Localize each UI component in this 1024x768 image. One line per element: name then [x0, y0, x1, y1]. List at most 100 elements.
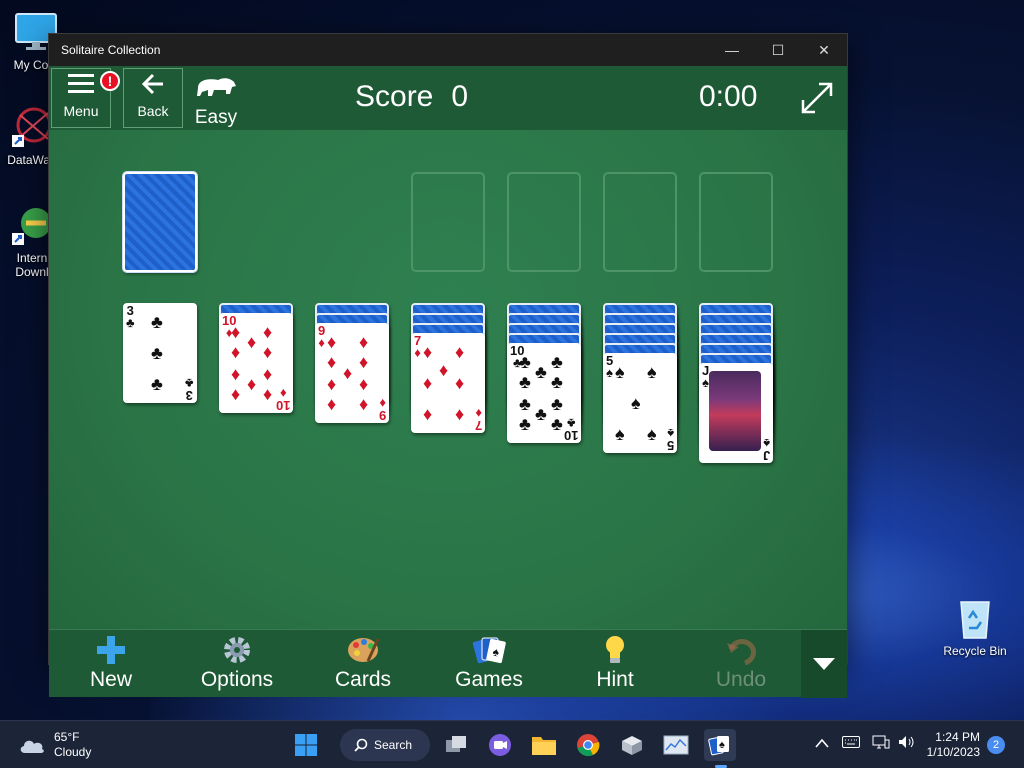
- suit-pip: ♣: [519, 352, 531, 372]
- system-clock[interactable]: 1:24 PM 1/10/2023: [920, 730, 980, 760]
- card-corner-top: 3 ♣: [126, 304, 135, 330]
- suit-pip: ♦: [455, 373, 465, 393]
- foundation-slot[interactable]: [507, 172, 581, 272]
- games-button[interactable]: ♠ Games: [429, 630, 549, 698]
- suit-pip: ♦: [263, 364, 273, 384]
- card-corner-top: 5 ♠: [606, 354, 613, 379]
- card-corner-bottom: J ♠: [762, 436, 770, 463]
- suit-pip: ♦: [231, 364, 241, 384]
- chat-icon[interactable]: [484, 729, 516, 761]
- tableau-card[interactable]: 9 ♦ 9 ♦ ♦ ♦ ♦ ♦ ♦ ♦ ♦ ♦ ♦: [315, 323, 389, 423]
- chrome-icon[interactable]: [572, 729, 604, 761]
- search-icon: [354, 738, 368, 752]
- card-suit: ♦: [379, 396, 386, 411]
- file-explorer-icon[interactable]: [528, 729, 560, 761]
- card-fan-icon: ♠: [429, 634, 549, 666]
- expand-toolbar-button[interactable]: [801, 630, 847, 698]
- suit-pip: ♣: [151, 374, 163, 394]
- suit-pip: ♦: [359, 394, 369, 414]
- keyboard-icon[interactable]: [842, 735, 860, 751]
- foundation-slot[interactable]: [699, 172, 773, 272]
- suit-pip: ♦: [423, 404, 433, 424]
- suit-pip: ♣: [519, 414, 531, 434]
- cards-button[interactable]: Cards: [303, 630, 423, 698]
- score-value: 0: [451, 80, 469, 113]
- solitaire-taskbar-icon[interactable]: ♠: [704, 729, 736, 761]
- back-button[interactable]: Back: [123, 68, 183, 128]
- minimize-button[interactable]: —: [709, 34, 755, 66]
- tableau-card[interactable]: 7 ♦ 7 ♦ ♦ ♦ ♦ ♦ ♦ ♦ ♦: [411, 333, 485, 433]
- card-suit: ♣: [185, 376, 194, 391]
- alert-badge: !: [100, 71, 120, 91]
- fullscreen-icon[interactable]: [799, 80, 835, 116]
- suit-pip: ♣: [519, 372, 531, 392]
- options-button[interactable]: Options: [177, 630, 297, 698]
- stock-pile[interactable]: [123, 172, 197, 272]
- foundation-slot[interactable]: [603, 172, 677, 272]
- menu-label: Menu: [63, 103, 99, 119]
- maximize-button[interactable]: ☐: [755, 34, 801, 66]
- network-icon[interactable]: [872, 735, 890, 752]
- start-button[interactable]: [290, 729, 322, 761]
- suit-pip: ♣: [551, 394, 563, 414]
- chevron-up-icon[interactable]: [815, 735, 829, 751]
- suit-pip: ♦: [359, 352, 369, 372]
- task-view-icon[interactable]: [440, 729, 472, 761]
- suit-pip: ♦: [247, 332, 257, 352]
- chevron-down-icon: [813, 658, 835, 670]
- game-timer: 0:00: [699, 80, 758, 113]
- hint-label: Hint: [596, 668, 634, 691]
- suit-pip: ♦: [343, 363, 353, 383]
- suit-pip: ♠: [647, 424, 657, 444]
- jack-face-art: [709, 371, 761, 451]
- tableau-card[interactable]: 10 ♣ 10 ♣ ♣ ♣ ♣ ♣ ♣ ♣ ♣ ♣ ♣ ♣: [507, 343, 581, 443]
- card-corner-bottom: 3 ♣: [185, 376, 194, 403]
- suit-pip: ♠: [647, 362, 657, 382]
- hint-button[interactable]: Hint: [555, 630, 675, 698]
- suit-pip: ♠: [615, 362, 625, 382]
- monitor-app-icon[interactable]: [660, 729, 692, 761]
- search-label: Search: [374, 738, 413, 752]
- difficulty-indicator: Easy: [191, 74, 241, 129]
- tableau-card[interactable]: 5 ♠ 5 ♠ ♠ ♠ ♠ ♠ ♠: [603, 353, 677, 453]
- suit-pip: ♦: [327, 332, 337, 352]
- back-arrow-icon: [141, 73, 165, 99]
- back-label: Back: [137, 103, 169, 119]
- desktop-icon-label: Recycle Bin: [943, 644, 1007, 658]
- undo-button[interactable]: Undo: [681, 630, 801, 698]
- volume-icon[interactable]: [898, 735, 916, 752]
- notification-badge[interactable]: 2: [987, 736, 1005, 754]
- card-corner-top: 9 ♦: [318, 324, 325, 350]
- suit-pip: ♣: [151, 343, 163, 363]
- score-display: Score 0: [355, 80, 468, 114]
- close-button[interactable]: ✕: [801, 34, 847, 66]
- card-suit: ♦: [475, 406, 482, 421]
- foundation-slot[interactable]: [411, 172, 485, 272]
- new-label: New: [89, 668, 132, 691]
- window-titlebar[interactable]: Solitaire Collection — ☐ ✕: [49, 34, 847, 66]
- card-pips: ♦ ♦ ♦ ♦ ♦ ♦ ♦ ♦ ♦ ♦: [231, 323, 281, 403]
- menu-button[interactable]: Menu !: [51, 68, 120, 128]
- suit-pip: ♦: [359, 374, 369, 394]
- weather-widget[interactable]: 65°F Cloudy: [18, 730, 91, 760]
- taskbar-search[interactable]: Search: [340, 729, 430, 761]
- options-label: Options: [200, 668, 274, 691]
- suit-pip: ♠: [615, 424, 625, 444]
- tableau-card[interactable]: 10 ♦ 10 ♦ ♦ ♦ ♦ ♦ ♦ ♦ ♦ ♦ ♦ ♦: [219, 313, 293, 413]
- taskbar: 65°F Cloudy Search ♠ 1:24 PM 1/10/2023 2: [0, 720, 1024, 768]
- suit-pip: ♦: [439, 360, 449, 380]
- suit-pip: ♦: [327, 374, 337, 394]
- package-icon[interactable]: [616, 729, 648, 761]
- card-suit: ♠: [762, 436, 770, 451]
- score-label: Score: [355, 80, 434, 113]
- tableau-card[interactable]: J ♠ J ♠: [699, 363, 773, 463]
- suit-pip: ♣: [535, 362, 547, 382]
- suit-pip: ♣: [551, 414, 563, 434]
- new-game-button[interactable]: New: [51, 630, 171, 698]
- tableau-card[interactable]: 3 ♣ 3 ♣ ♣ ♣ ♣: [123, 303, 197, 403]
- card-suit: ♦: [318, 335, 325, 350]
- suit-pip: ♣: [551, 372, 563, 392]
- card-suit: ♣: [126, 315, 135, 330]
- desktop-icon-recycle-bin[interactable]: Recycle Bin: [940, 596, 1010, 658]
- card-suit: ♦: [414, 345, 421, 360]
